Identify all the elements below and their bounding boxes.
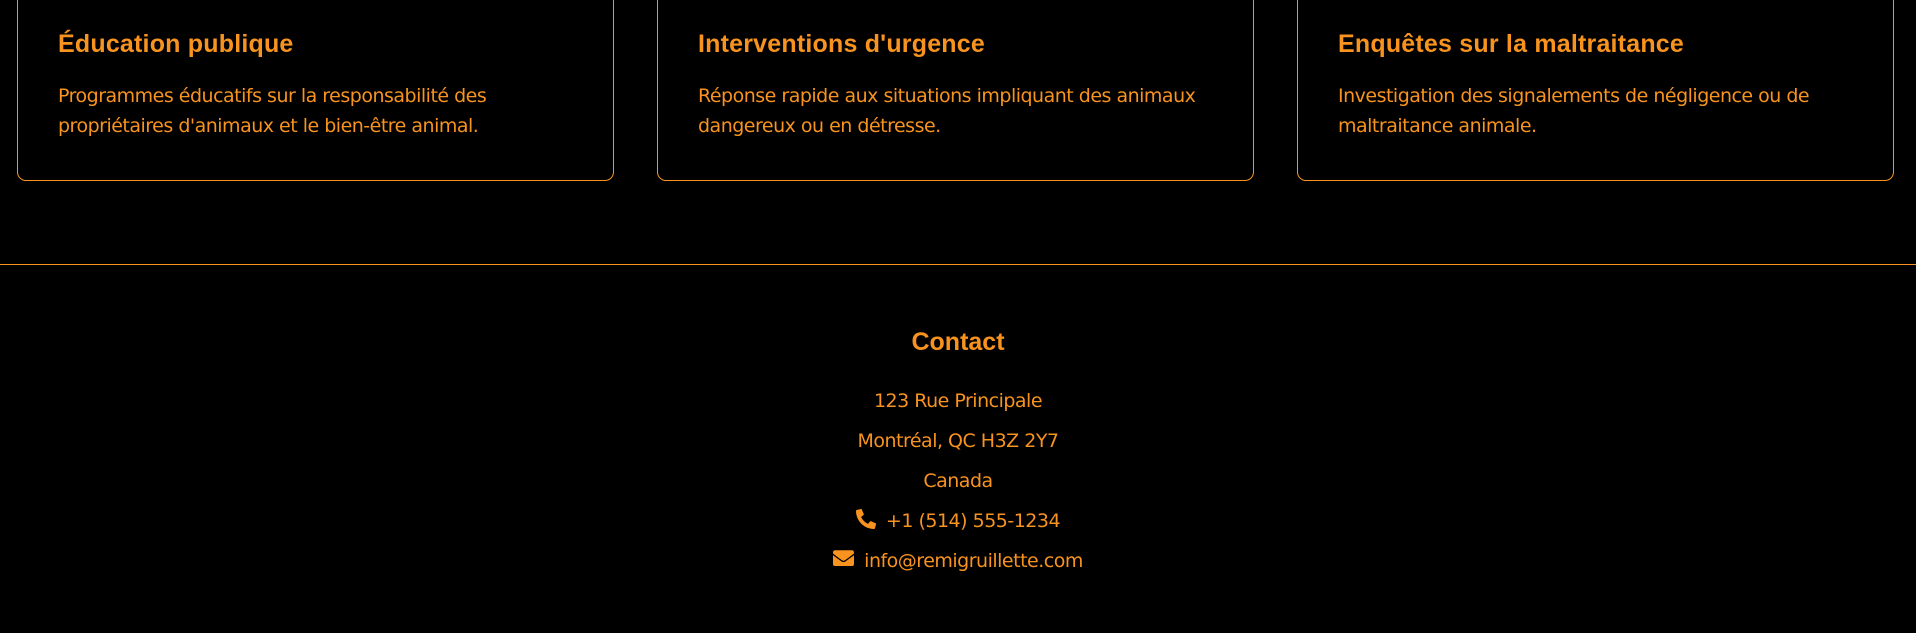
service-card-emergency-interventions: Interventions d'urgence Réponse rapide a… [657, 0, 1254, 181]
service-card-description: Investigation des signalements de néglig… [1338, 85, 1810, 137]
phone-icon [855, 508, 876, 529]
contact-section: Contact 123 Rue Principale Montréal, QC … [0, 322, 1916, 581]
address-line-1: 123 Rue Principale [873, 390, 1043, 412]
phone-number[interactable]: +1 (514) 555-1234 [886, 510, 1061, 532]
service-card-title: Interventions d'urgence [698, 30, 985, 58]
contact-title: Contact [911, 328, 1005, 356]
footer-divider [0, 264, 1916, 265]
service-card-description: Programmes éducatifs sur la responsabili… [58, 85, 487, 137]
contact-email[interactable]: info@remigruillette.com [0, 541, 1916, 581]
service-card-title: Éducation publique [58, 30, 294, 58]
services-section: Éducation publique Programmes éducatifs … [17, 0, 1897, 185]
contact-phone[interactable]: +1 (514) 555-1234 [0, 501, 1916, 541]
envelope-icon [833, 550, 855, 567]
service-card-abuse-investigations: Enquêtes sur la maltraitance Investigati… [1297, 0, 1894, 181]
address-country: Canada [923, 470, 993, 492]
service-card-description: Réponse rapide aux situations impliquant… [698, 85, 1196, 137]
service-card-title: Enquêtes sur la maltraitance [1338, 30, 1685, 58]
email-address[interactable]: info@remigruillette.com [864, 550, 1083, 572]
service-card-public-education: Éducation publique Programmes éducatifs … [17, 0, 614, 181]
address-line-2: Montréal, QC H3Z 2Y7 [857, 430, 1059, 452]
